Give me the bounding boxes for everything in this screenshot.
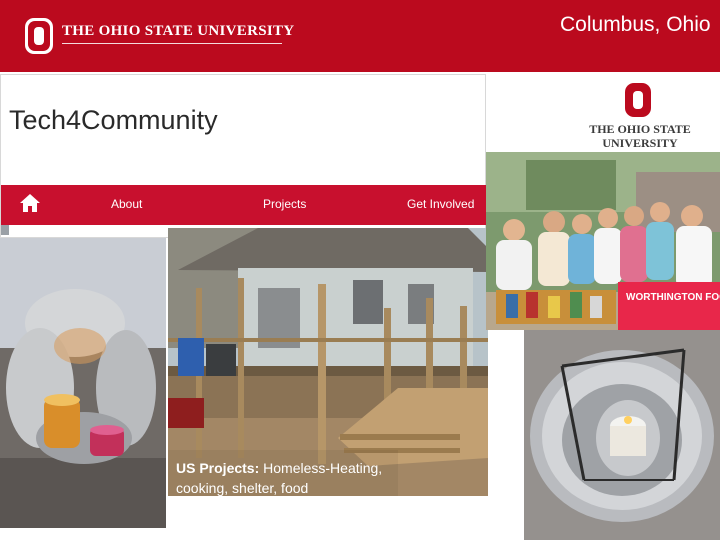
banner-text: WORTHINGTON FOOD PANTRY — [626, 292, 720, 303]
tech4community-site-screenshot: Tech4Community About Projects Get Involv… — [0, 74, 487, 238]
wordmark-underline — [62, 43, 282, 44]
candle-heater-photo — [524, 330, 720, 540]
badge-line-1: THE OHIO STATE — [589, 122, 691, 136]
solar-cooker-photo — [0, 238, 166, 528]
osu-badge-logo — [625, 83, 651, 117]
nav-get-involved[interactable]: Get Involved — [407, 197, 474, 211]
nav-about[interactable]: About — [111, 197, 142, 211]
site-title: Tech4Community — [9, 105, 218, 135]
group-photo: WORTHINGTON FOOD PANTRY — [486, 152, 720, 330]
header-bar: THE OHIO STATE UNIVERSITY Columbus, Ohio — [0, 0, 720, 72]
badge-line-2: UNIVERSITY — [602, 136, 678, 150]
house-construction-photo — [168, 228, 488, 496]
site-nav-bar: About Projects Get Involved — [1, 185, 487, 225]
nav-projects[interactable]: Projects — [263, 197, 306, 211]
nav-edge-strip — [1, 225, 9, 235]
osu-badge: THE OHIO STATE UNIVERSITY — [580, 80, 700, 152]
projects-caption: US Projects: Homeless-Heating, cooking, … — [176, 458, 396, 498]
badge-text: THE OHIO STATE UNIVERSITY — [580, 122, 700, 150]
home-icon[interactable] — [19, 193, 41, 218]
location-text: Columbus, Ohio — [560, 13, 711, 36]
osu-block-o-logo — [24, 17, 54, 60]
university-wordmark: THE OHIO STATE UNIVERSITY — [62, 23, 295, 39]
caption-label: US Projects: — [176, 460, 260, 476]
